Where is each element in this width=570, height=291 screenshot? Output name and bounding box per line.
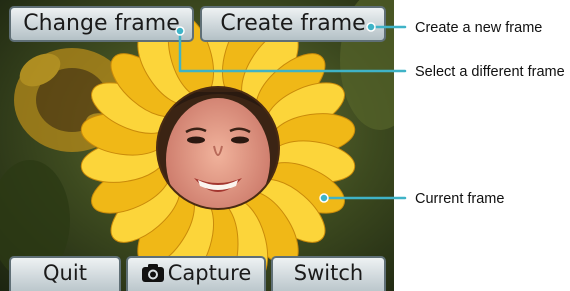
create-frame-label: Create frame <box>220 11 366 36</box>
switch-button[interactable]: Switch <box>271 256 386 291</box>
callout-current-frame: Current frame <box>415 191 505 207</box>
create-frame-button[interactable]: Create frame <box>200 6 386 42</box>
capture-label: Capture <box>167 261 252 285</box>
callout-create-new-frame: Create a new frame <box>415 20 543 36</box>
camera-icon <box>141 264 164 282</box>
capture-button[interactable]: Capture <box>126 256 266 291</box>
switch-label: Switch <box>293 261 364 285</box>
change-frame-label: Change frame <box>23 11 180 36</box>
callout-select-different-frame: Select a different frame <box>415 64 565 80</box>
quit-label: Quit <box>43 261 87 285</box>
quit-button[interactable]: Quit <box>9 256 121 291</box>
change-frame-button[interactable]: Change frame <box>9 6 194 42</box>
frame-preview <box>0 0 394 291</box>
camera-screen: Change frame Create frame Quit Capture S… <box>0 0 394 291</box>
